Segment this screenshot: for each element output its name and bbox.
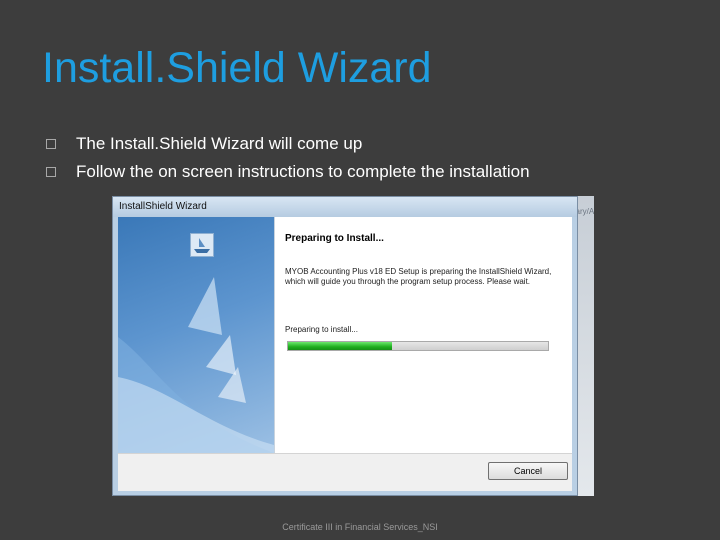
progress-bar: [287, 341, 549, 351]
window-title: InstallShield Wizard: [119, 201, 207, 212]
bullet-square-icon: [46, 139, 56, 149]
bullet-item: The Install.Shield Wizard will come up: [46, 130, 530, 158]
slide-title: Install.Shield Wizard: [42, 44, 432, 92]
window-titlebar[interactable]: InstallShield Wizard: [113, 197, 577, 217]
bullet-item: Follow the on screen instructions to com…: [46, 158, 530, 186]
progress-fill: [288, 342, 392, 350]
cancel-button[interactable]: Cancel: [488, 462, 568, 480]
step-description: MYOB Accounting Plus v18 ED Setup is pre…: [285, 267, 552, 286]
slide-footer: Certificate III in Financial Services_NS…: [282, 522, 438, 532]
bullet-list: The Install.Shield Wizard will come up F…: [46, 130, 530, 186]
progress-status-text: Preparing to install...: [285, 325, 358, 334]
installshield-window: InstallShield Wizard Preparing to Instal…: [112, 196, 578, 496]
bullet-square-icon: [46, 167, 56, 177]
wizard-content-panel: Preparing to Install... MYOB Accounting …: [274, 217, 572, 453]
button-row: Cancel: [118, 453, 572, 491]
window-body: Preparing to Install... MYOB Accounting …: [118, 217, 572, 491]
installer-screenshot: Ⓥ/Library/Ad... InstallShield Wizard: [112, 196, 594, 496]
wizard-art-panel: [118, 217, 274, 453]
bullet-text: The Install.Shield Wizard will come up: [76, 134, 363, 153]
step-heading: Preparing to Install...: [285, 233, 384, 244]
ship-icon: [194, 238, 210, 253]
bullet-text: Follow the on screen instructions to com…: [76, 162, 530, 181]
installshield-logo-icon: [190, 233, 214, 257]
